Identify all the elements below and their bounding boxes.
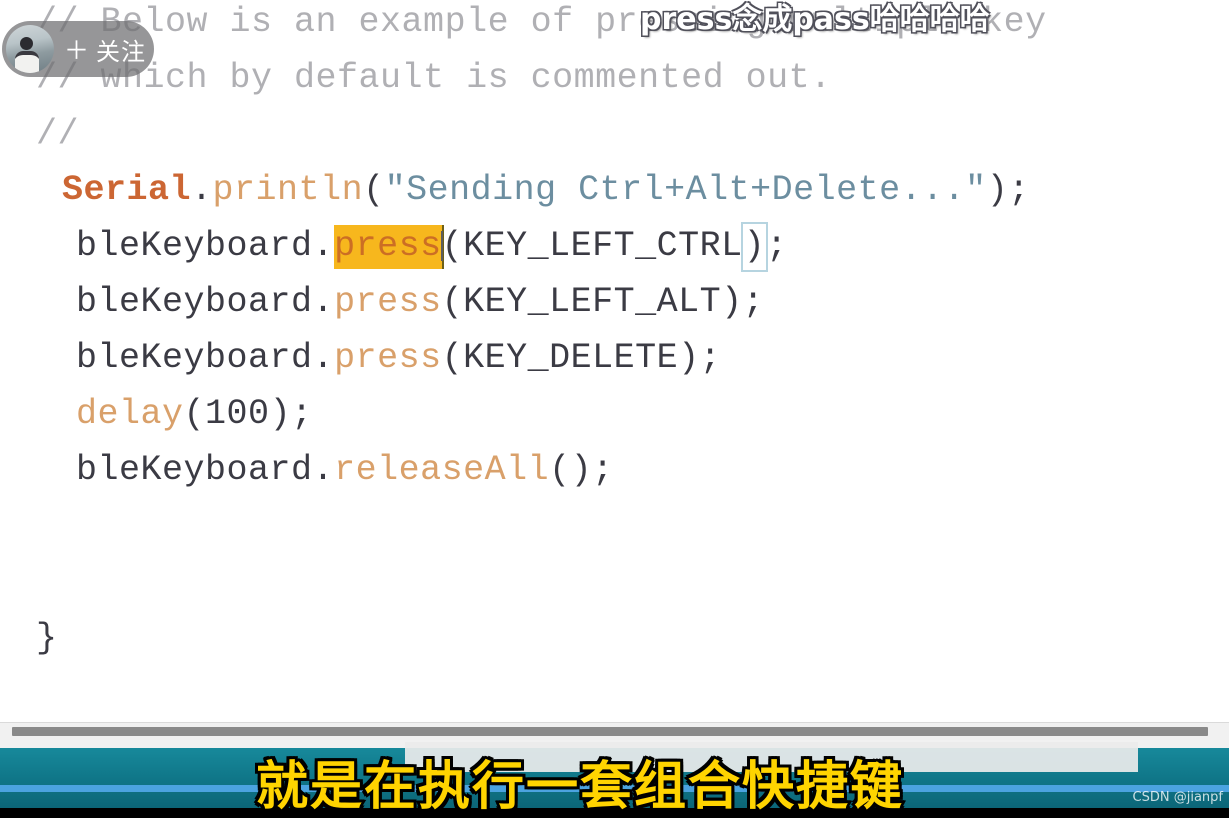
token-semicolon: ; — [766, 226, 788, 266]
code-line-closing-brace: } — [36, 618, 58, 658]
token-object-blekeyboard: bleKeyboard — [76, 282, 313, 322]
code-line-delay: delay(100); — [76, 386, 313, 442]
selected-token-press[interactable]: press — [334, 225, 442, 269]
token-method-press: press — [334, 282, 442, 322]
code-line-serial-println: Serial.println("Sending Ctrl+Alt+Delete.… — [62, 162, 1030, 218]
token-object-blekeyboard: bleKeyboard — [76, 226, 313, 266]
code-editor[interactable]: // Below is an example of pressing multi… — [0, 0, 1229, 722]
scrollbar-thumb[interactable] — [12, 727, 1208, 736]
code-line-press-ctrl: bleKeyboard.press(KEY_LEFT_CTRL); — [76, 218, 788, 274]
token-class-serial: Serial — [62, 170, 192, 210]
token-method-println: println — [212, 170, 364, 210]
avatar[interactable] — [6, 25, 54, 73]
token-dot: . — [312, 282, 335, 322]
token-close-paren: ) — [721, 282, 743, 322]
token-semicolon: ; — [699, 338, 722, 378]
token-semicolon: ; — [742, 282, 765, 322]
token-semicolon: ; — [291, 394, 313, 434]
token-dot: . — [312, 226, 335, 266]
token-close-paren: ) — [269, 394, 292, 434]
token-arg-key-left-ctrl: KEY_LEFT_CTRL — [463, 226, 743, 266]
token-arg-key-delete: KEY_DELETE — [463, 338, 679, 378]
token-close-paren: ) — [986, 170, 1009, 210]
token-method-press: press — [334, 338, 442, 378]
follow-button-label: 关注 — [96, 37, 147, 66]
token-dot: . — [312, 338, 335, 378]
token-arg-100: 100 — [205, 394, 270, 434]
token-open-paren: ( — [441, 226, 464, 266]
token-arg-key-left-alt: KEY_LEFT_ALT — [463, 282, 722, 322]
watermark: CSDN @jianpf — [1132, 790, 1223, 805]
token-open-paren: ( — [441, 338, 464, 378]
token-dot: . — [312, 450, 335, 490]
overlay-danmaku-comment: press念成pass哈哈哈哈 — [640, 2, 990, 37]
token-open-paren: ( — [549, 450, 571, 490]
token-method-releaseall: releaseAll — [334, 450, 550, 490]
token-dot: . — [191, 170, 213, 210]
code-line-press-alt: bleKeyboard.press(KEY_LEFT_ALT); — [76, 274, 764, 330]
code-line-press-delete: bleKeyboard.press(KEY_DELETE); — [76, 330, 721, 386]
code-line-comment-2: // which by default is commented out. — [36, 58, 832, 98]
token-semicolon: ; — [592, 450, 614, 490]
token-close-paren: ) — [570, 450, 593, 490]
code-line-comment-3: // — [36, 114, 80, 154]
token-open-paren: ( — [363, 170, 385, 210]
bracket-match-close-paren: ) — [740, 222, 769, 272]
follow-button[interactable]: ＋ 关注 — [2, 21, 154, 77]
token-method-delay: delay — [76, 394, 184, 434]
token-semicolon: ; — [1008, 170, 1030, 210]
token-close-paren: ) — [678, 338, 700, 378]
video-caption: 就是在执行一套组合快捷键 — [253, 755, 904, 818]
token-object-blekeyboard: bleKeyboard — [76, 338, 313, 378]
plus-icon: ＋ — [64, 36, 90, 65]
token-string-literal: "Sending Ctrl+Alt+Delete..." — [384, 170, 987, 210]
code-line-release-all: bleKeyboard.releaseAll(); — [76, 442, 614, 498]
token-open-paren: ( — [183, 394, 206, 434]
token-object-blekeyboard: bleKeyboard — [76, 450, 313, 490]
token-open-paren: ( — [441, 282, 464, 322]
video-player-screen: // Below is an example of pressing multi… — [0, 0, 1229, 818]
